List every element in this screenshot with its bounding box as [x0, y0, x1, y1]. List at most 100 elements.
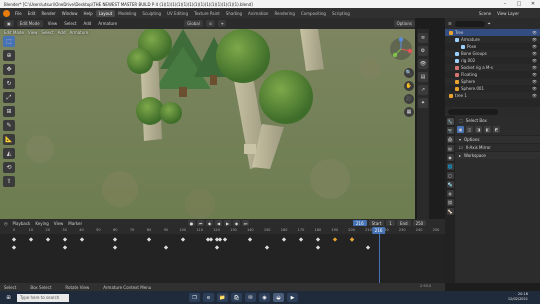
workspace-tab-compositing[interactable]: Compositing: [298, 10, 329, 17]
viewport-menu-add[interactable]: Add: [82, 21, 94, 26]
transform-tool-icon[interactable]: ⊞: [3, 106, 15, 117]
view-layer-tab-icon[interactable]: ▤: [446, 145, 454, 152]
visibility-eye-icon[interactable]: 👁: [532, 58, 537, 63]
outliner-row[interactable]: Armature 👁: [445, 36, 540, 43]
select-extend-icon[interactable]: ◫: [466, 126, 473, 133]
annotate-tool-icon[interactable]: ✎: [3, 120, 15, 131]
visibility-eye-icon[interactable]: 👁: [532, 93, 537, 98]
keyframe-marker[interactable]: [11, 237, 17, 242]
bone-size-tool-icon[interactable]: ◭: [3, 148, 15, 159]
viewport-options-button[interactable]: Options: [393, 20, 415, 27]
keyframe-marker[interactable]: [248, 237, 253, 242]
scene-selector[interactable]: Scene: [476, 11, 494, 16]
interaction-mode-select[interactable]: Edit Mode: [16, 20, 43, 27]
playhead-line[interactable]: [378, 234, 380, 283]
menu-file[interactable]: File: [12, 11, 25, 16]
render-tab-icon[interactable]: 📷: [446, 127, 454, 134]
timeline-menu-marker[interactable]: Marker: [68, 221, 82, 226]
keyframe-marker[interactable]: [113, 237, 118, 242]
minimize-button[interactable]: –: [498, 0, 512, 8]
play-reverse-icon[interactable]: ◀: [215, 220, 222, 226]
chrome-icon[interactable]: ◉: [259, 293, 270, 302]
visibility-eye-icon[interactable]: 👁: [532, 86, 537, 91]
store-icon[interactable]: 🛍: [231, 293, 242, 302]
outliner-row[interactable]: Bone Groups 👁: [445, 50, 540, 57]
outliner-row[interactable]: Floating 👁: [445, 71, 540, 78]
cursor-tool-icon[interactable]: ⊕: [3, 50, 15, 61]
menu-edit[interactable]: Edit: [25, 11, 39, 16]
keyframe-marker[interactable]: [222, 237, 228, 242]
overlay-menu-view[interactable]: View: [28, 30, 38, 35]
rotate-tool-icon[interactable]: ↻: [3, 78, 15, 89]
select-invert-icon[interactable]: ◧: [484, 126, 491, 133]
outliner-row[interactable]: Tree 👁: [445, 29, 540, 36]
scene-tab-icon[interactable]: ◉: [446, 154, 454, 161]
keyframe-marker[interactable]: [366, 245, 371, 250]
keyframe-marker[interactable]: [146, 237, 152, 242]
outliner-row[interactable]: Pose 👁: [445, 43, 540, 50]
bone-icon[interactable]: ↗: [418, 85, 428, 95]
camera-view-icon[interactable]: 🎥: [404, 94, 414, 104]
visibility-eye-icon[interactable]: 👁: [532, 72, 537, 77]
object-tab-icon[interactable]: ▢: [446, 172, 454, 179]
task-view-icon[interactable]: ❐: [189, 293, 200, 302]
close-button[interactable]: ✕: [526, 0, 540, 8]
navigation-gizmo[interactable]: [389, 37, 413, 61]
view-layer-selector[interactable]: View Layer: [494, 11, 522, 16]
3d-viewport[interactable]: [0, 29, 415, 219]
workspace-tab-animation[interactable]: Animation: [245, 10, 271, 17]
jump-end-icon[interactable]: ⏭: [242, 220, 249, 226]
zoom-icon[interactable]: 🔍: [404, 68, 414, 78]
mail-icon[interactable]: ✉: [245, 293, 256, 302]
filter-icon[interactable]: ⏷: [488, 21, 491, 26]
keyframe-marker[interactable]: [180, 237, 185, 242]
overlay-menu-select[interactable]: Select: [41, 30, 53, 35]
keyframe-marker[interactable]: [265, 245, 270, 250]
tool-settings-icon[interactable]: ⚙: [418, 46, 428, 56]
timeline-menu-keying[interactable]: Keying: [35, 221, 48, 226]
keyframe-marker[interactable]: [214, 245, 219, 250]
keyframe-marker[interactable]: [281, 237, 287, 242]
viewport-menu-select[interactable]: Select: [62, 21, 78, 26]
taskbar-search-input[interactable]: Type here to search: [17, 293, 69, 302]
workspace-tab-shading[interactable]: Shading: [223, 10, 245, 17]
playhead-frame-label[interactable]: 216: [371, 227, 386, 234]
visibility-eye-icon[interactable]: 👁: [532, 37, 537, 42]
editor-type-button[interactable]: ▣: [4, 20, 14, 27]
roll-tool-icon[interactable]: ⟲: [3, 162, 15, 173]
outliner-row[interactable]: Socket rig a M-s 👁: [445, 64, 540, 71]
keyframe-marker[interactable]: [315, 245, 320, 250]
output-tab-icon[interactable]: 🖨: [446, 136, 454, 143]
modifier-tab-icon[interactable]: 🔩: [446, 181, 454, 188]
timeline-menu-view[interactable]: View: [54, 221, 64, 226]
keyframe-marker[interactable]: [298, 237, 304, 242]
tool-tab-icon[interactable]: 🔧: [446, 118, 454, 125]
app-icon[interactable]: ▶: [287, 293, 298, 302]
keyframe-marker[interactable]: [332, 237, 337, 242]
file-explorer-icon[interactable]: 📁: [217, 293, 228, 302]
timeline-menu-playback[interactable]: Playback: [13, 221, 31, 226]
outliner-row[interactable]: Sphere.001 👁: [445, 85, 540, 92]
panel-options[interactable]: ▾ Options: [455, 135, 540, 143]
visibility-eye-icon[interactable]: 👁: [532, 30, 537, 35]
view-settings-icon[interactable]: 👁: [418, 59, 428, 69]
keyframe-marker[interactable]: [62, 237, 67, 242]
workspace-tab-uv-editing[interactable]: UV Editing: [164, 10, 191, 17]
workspace-tab-texture-paint[interactable]: Texture Paint: [191, 10, 223, 17]
keyframe-marker[interactable]: [45, 237, 50, 242]
keyframe-marker[interactable]: [217, 237, 223, 242]
blender-taskbar-icon[interactable]: ◒: [273, 293, 284, 302]
panel-workspace[interactable]: ▸ Workspace: [455, 151, 540, 159]
blender-logo-icon[interactable]: [3, 9, 10, 17]
menu-help[interactable]: Help: [80, 11, 95, 16]
outliner-row[interactable]: rig.002 👁: [445, 57, 540, 64]
record-icon[interactable]: ●: [188, 220, 195, 226]
keyframe-marker[interactable]: [62, 245, 67, 250]
workspace-tab-rendering[interactable]: Rendering: [271, 10, 297, 17]
viewport-menu-armature[interactable]: Armature: [96, 21, 119, 26]
edit-mode-tab[interactable]: ≡: [418, 33, 428, 43]
scale-tool-icon[interactable]: ⤢: [3, 92, 15, 103]
prev-keyframe-icon[interactable]: ◆: [206, 220, 213, 226]
menu-window[interactable]: Window: [59, 11, 81, 16]
visibility-eye-icon[interactable]: 👁: [532, 51, 537, 56]
